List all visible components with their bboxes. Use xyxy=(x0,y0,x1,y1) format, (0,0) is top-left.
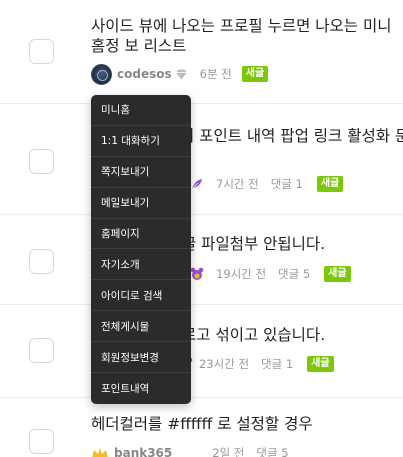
post-meta: 23시간 전 댓글 1 새글 xyxy=(179,353,334,375)
post-row-3[interactable]: 글 파일첨부 안됩니다. 19시간 전 댓글 5 새글 xyxy=(0,215,403,305)
menu-item-send-memo[interactable]: 쪽지보내기 xyxy=(91,157,191,188)
menu-item-all-posts[interactable]: 전체게시물 xyxy=(91,311,191,343)
post-meta: 19시간 전 댓글 5 새글 xyxy=(190,263,351,285)
post-comments: 댓글 1 xyxy=(270,177,303,191)
post-checkbox[interactable] xyxy=(29,249,54,274)
avatar[interactable] xyxy=(91,63,112,85)
post-title[interactable]: 헤더컬러를 #ffffff 로 설정할 경우 xyxy=(91,414,403,434)
new-badge: 새글 xyxy=(316,176,344,192)
post-checkbox[interactable] xyxy=(29,149,54,174)
menu-item-self-intro[interactable]: 자기소개 xyxy=(91,249,191,281)
post-meta: bank365 2일 전 댓글 5 xyxy=(91,442,289,457)
post-time: 6분 전 xyxy=(199,67,232,81)
post-title[interactable]: 서 포인트 내역 팝업 링크 활성화 문 xyxy=(180,126,403,146)
menu-item-point-history[interactable]: 포인트내역 xyxy=(91,373,191,404)
post-author[interactable]: bank365 xyxy=(114,446,172,457)
post-title[interactable]: 로고 섞이고 있습니다. xyxy=(182,325,403,345)
feather-level-icon xyxy=(191,179,202,190)
post-comments: 댓글 5 xyxy=(278,267,311,281)
menu-item-edit-member-info[interactable]: 회원정보변경 xyxy=(91,342,191,374)
post-meta: 7시간 전 댓글 1 새글 xyxy=(190,173,344,195)
menu-item-minihome[interactable]: 미니홈 xyxy=(91,95,191,126)
post-checkbox[interactable] xyxy=(29,429,54,454)
post-comments: 댓글 5 xyxy=(256,446,289,457)
bear-level-icon xyxy=(190,267,204,280)
post-row-4[interactable]: 로고 섞이고 있습니다. 23시간 전 댓글 1 새글 xyxy=(0,305,403,398)
menu-item-chat[interactable]: 1:1 대화하기 xyxy=(91,126,191,157)
post-checkbox[interactable] xyxy=(29,338,54,363)
post-checkbox[interactable] xyxy=(29,39,54,64)
post-row-5[interactable]: 헤더컬러를 #ffffff 로 설정할 경우 bank365 2일 전 댓글 5 xyxy=(0,398,403,457)
menu-item-homepage[interactable]: 홈페이지 xyxy=(91,219,191,250)
diamond-level-icon xyxy=(175,69,187,79)
post-time: 7시간 전 xyxy=(216,177,259,191)
menu-item-send-mail[interactable]: 메일보내기 xyxy=(91,188,191,219)
new-badge: 새글 xyxy=(324,266,351,282)
post-author[interactable]: codesos xyxy=(117,67,172,81)
post-time: 19시간 전 xyxy=(216,267,267,281)
post-time: 23시간 전 xyxy=(199,357,250,371)
post-row-2[interactable]: 서 포인트 내역 팝업 링크 활성화 문 7시간 전 댓글 1 새글 xyxy=(0,104,403,215)
menu-item-search-by-id[interactable]: 아이디로 검색 xyxy=(91,280,191,312)
new-badge: 새글 xyxy=(241,66,269,82)
post-meta: codesos 6분 전 새글 xyxy=(91,63,269,85)
post-time: 2일 전 xyxy=(212,446,245,457)
profile-context-menu: 미니홈 1:1 대화하기 쪽지보내기 메일보내기 홈페이지 자기소개 아이디로 … xyxy=(91,95,191,404)
new-badge: 새글 xyxy=(307,356,334,372)
post-title[interactable]: 사이드 뷰에 나오는 프로필 누르면 나오는 미니홈정 보 리스트 xyxy=(91,16,403,56)
crown-level-icon xyxy=(92,448,108,457)
post-row-1[interactable]: 사이드 뷰에 나오는 프로필 누르면 나오는 미니홈정 보 리스트 codeso… xyxy=(0,0,403,104)
post-comments: 댓글 1 xyxy=(261,357,294,371)
post-title[interactable]: 글 파일첨부 안됩니다. xyxy=(182,234,403,254)
